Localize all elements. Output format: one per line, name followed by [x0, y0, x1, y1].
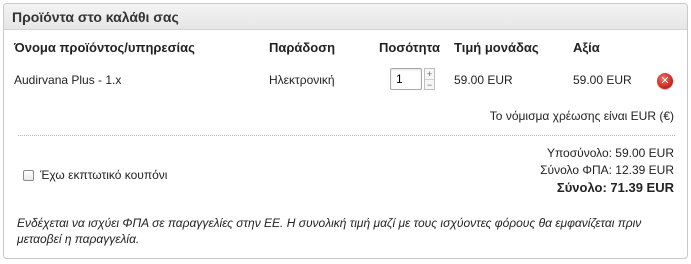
remove-icon[interactable]: ✕: [657, 73, 673, 89]
vat-note: Ενδέχεται να ισχύει ΦΠΑ σε παραγγελίες σ…: [17, 216, 642, 246]
item-product-name: Audirvana Plus - 1.x: [14, 73, 122, 87]
header-unit-price: Τιμή μονάδας: [454, 40, 539, 55]
divider: [18, 135, 675, 136]
cart-title: Προϊόντα στο καλάθι σας: [4, 4, 687, 30]
quantity-stepper: + −: [390, 68, 436, 90]
header-product: Όνομα προϊόντος/υπηρεσίας: [14, 40, 195, 55]
grand-total: Σύνολο: 71.39 EUR: [556, 180, 674, 195]
increment-button[interactable]: +: [425, 69, 434, 79]
header-delivery: Παράδοση: [269, 40, 336, 55]
header-value: Αξία: [573, 40, 600, 55]
vat-total: Σύνολο ΦΠΑ: 12.39 EUR: [540, 163, 674, 177]
item-delivery: Ηλεκτρονική: [269, 73, 335, 87]
item-unit-price: 59.00 EUR: [454, 73, 513, 87]
coupon-checkbox[interactable]: [23, 169, 34, 181]
decrement-button[interactable]: −: [425, 79, 434, 90]
item-value: 59.00 EUR: [573, 73, 632, 87]
coupon-option[interactable]: Έχω εκπτωτικό κουπόνι: [23, 168, 167, 182]
header-quantity: Ποσότητα: [379, 40, 440, 55]
coupon-label: Έχω εκπτωτικό κουπόνι: [40, 168, 168, 182]
quantity-input[interactable]: [390, 68, 422, 90]
currency-note: Το νόμισμα χρέωσης είναι EUR (€): [489, 109, 674, 123]
subtotal: Υποσύνολο: 59.00 EUR: [546, 146, 674, 160]
cart-panel: Προϊόντα στο καλάθι σας Όνομα προϊόντος/…: [3, 3, 688, 259]
stepper-buttons: + −: [424, 68, 435, 90]
